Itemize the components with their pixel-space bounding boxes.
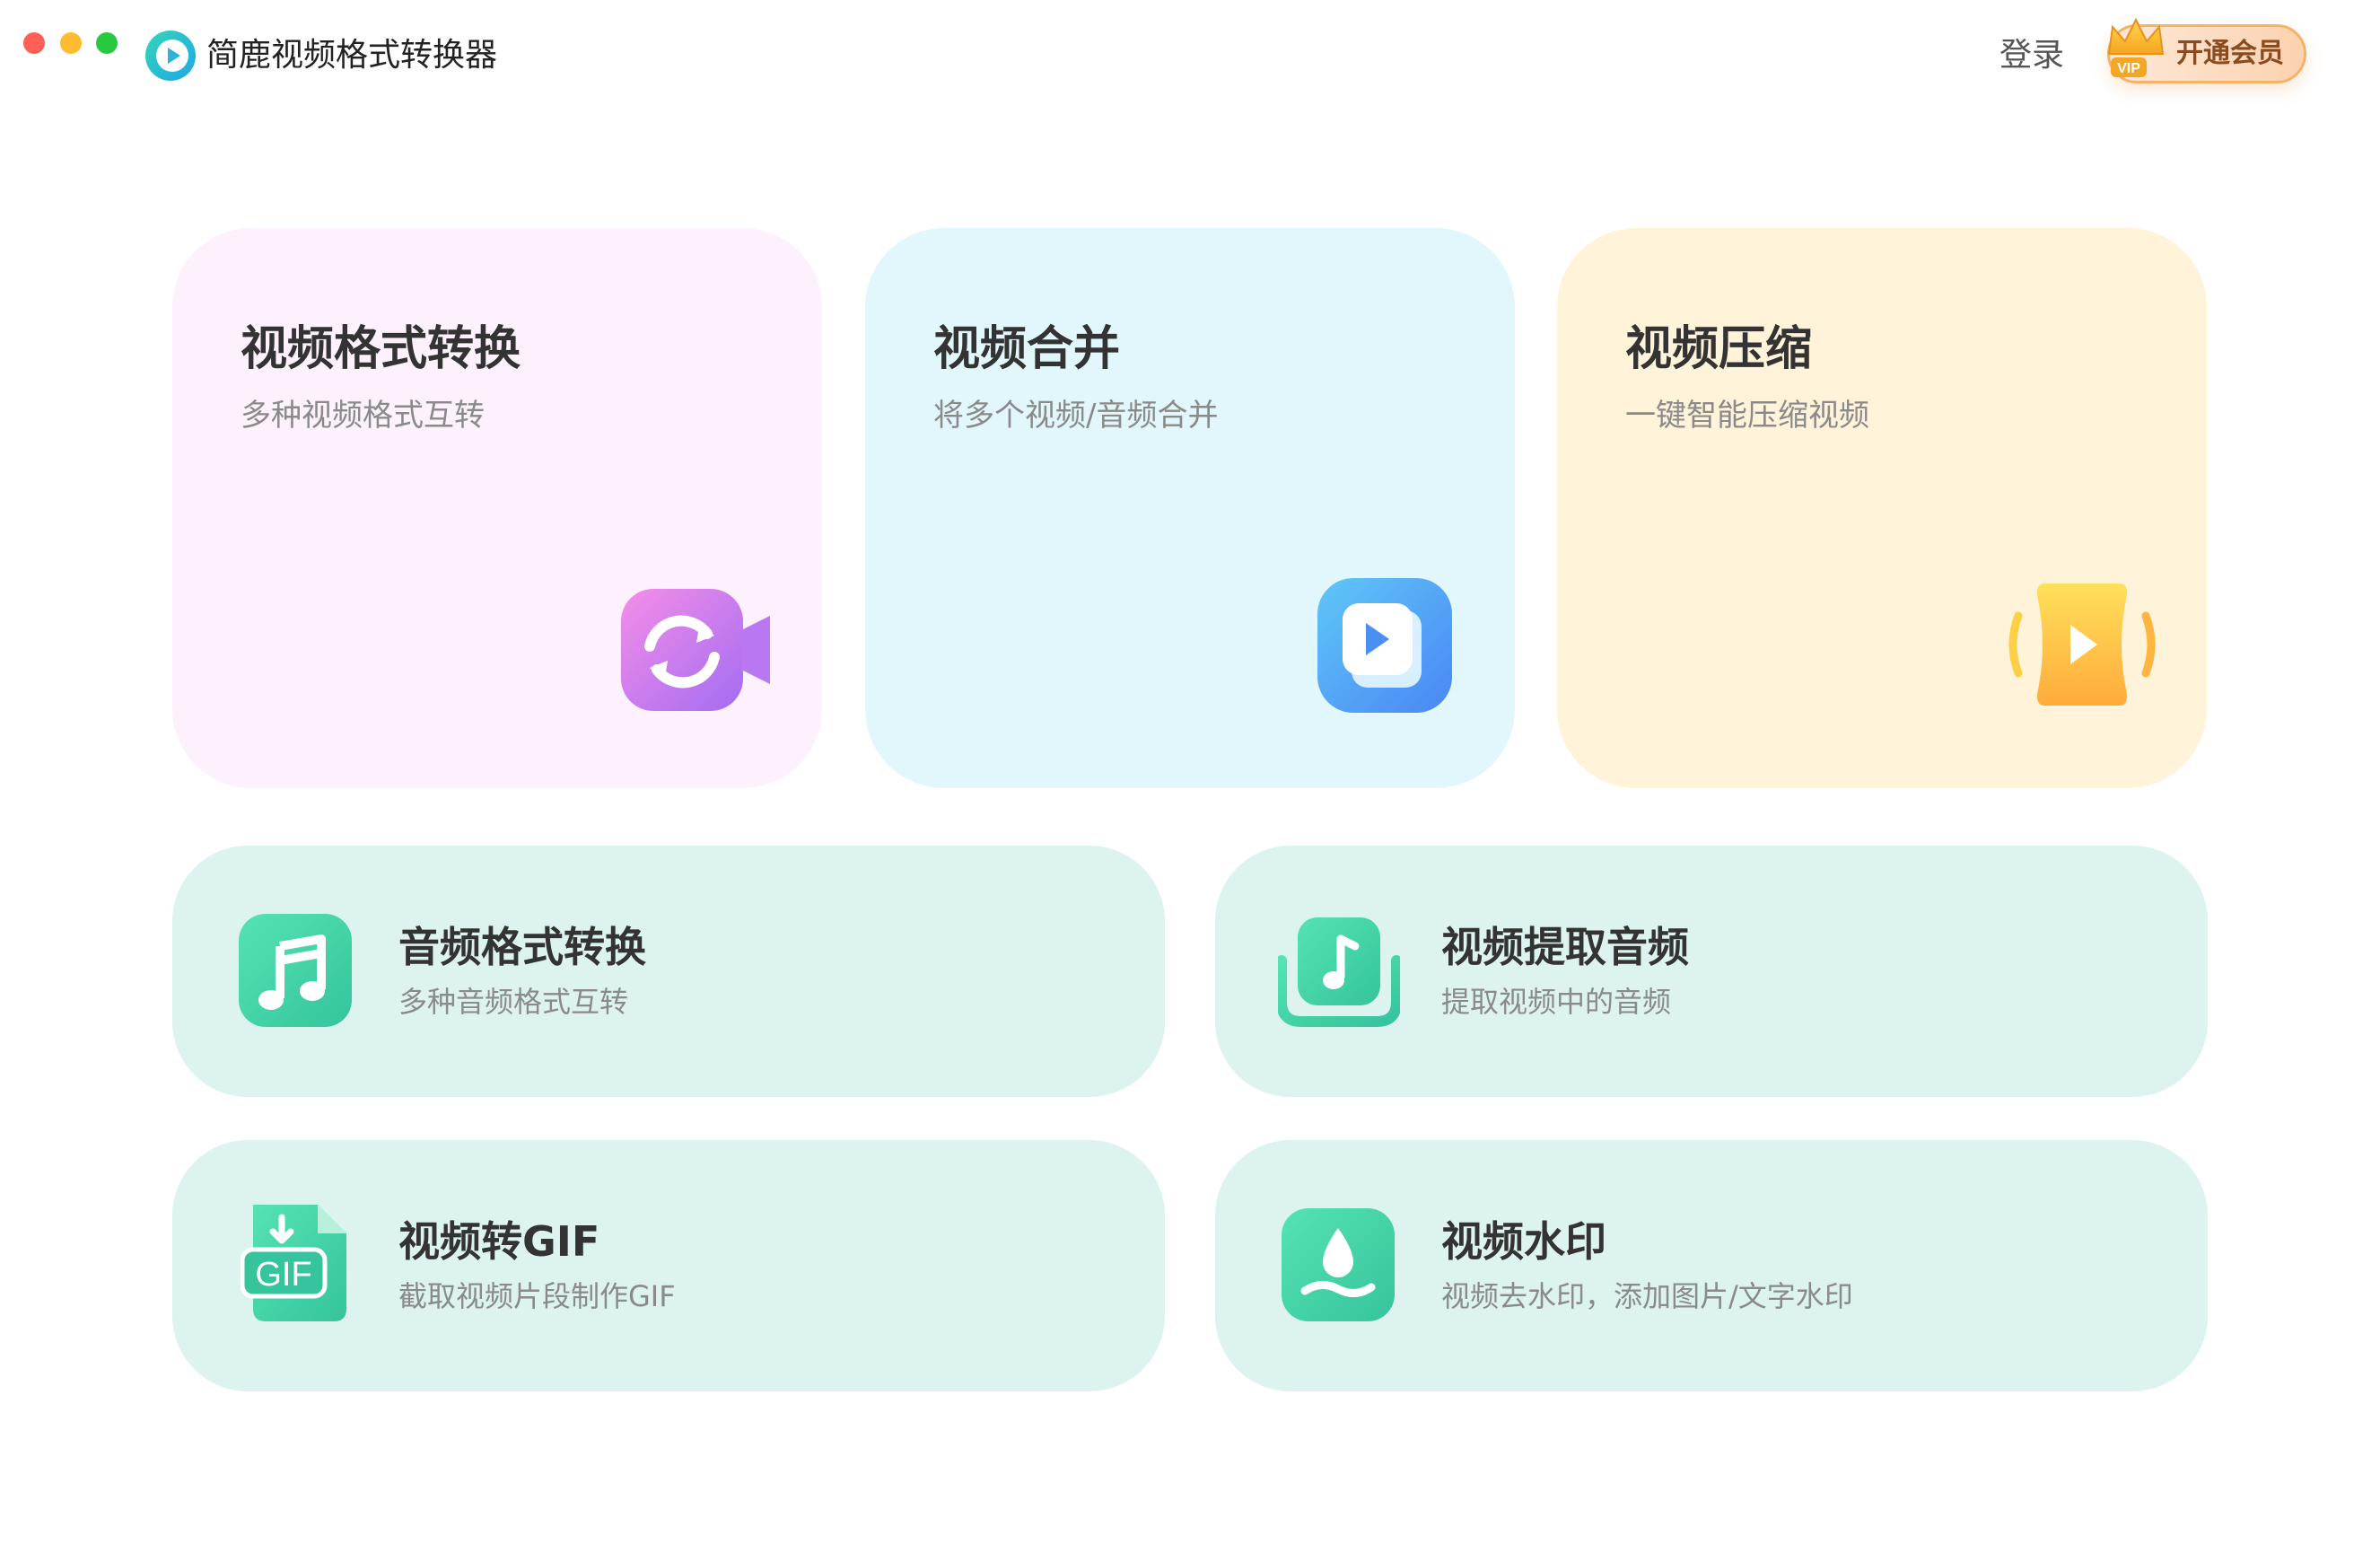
- card-title: 视频压缩: [1625, 322, 1813, 376]
- window-zoom-button[interactable]: [96, 32, 118, 54]
- card-title: 音频格式转换: [398, 923, 646, 971]
- video-to-gif-card[interactable]: GIF 视频转GIF 截取视频片段制作GIF: [172, 1140, 1165, 1391]
- login-link[interactable]: 登录: [1999, 34, 2064, 77]
- card-subtitle: 多种视频格式互转: [241, 398, 485, 434]
- video-convert-icon: [621, 589, 770, 711]
- card-subtitle: 多种音频格式互转: [398, 985, 629, 1019]
- audio-extract-icon: [1278, 917, 1400, 1027]
- vip-crown-icon: VIP: [2107, 17, 2165, 77]
- card-title: 视频水印: [1441, 1217, 1606, 1266]
- card-title: 视频提取音频: [1441, 923, 1689, 971]
- music-note-icon: [239, 914, 352, 1027]
- video-format-convert-card[interactable]: 视频格式转换 多种视频格式互转: [172, 228, 822, 788]
- card-subtitle: 视频去水印，添加图片/文字水印: [1441, 1279, 1853, 1313]
- video-watermark-card[interactable]: 视频水印 视频去水印，添加图片/文字水印: [1215, 1140, 2208, 1391]
- video-merge-card[interactable]: 视频合并 将多个视频/音频合并: [865, 228, 1515, 788]
- card-subtitle: 一键智能压缩视频: [1625, 398, 1869, 434]
- app-logo-icon: [145, 31, 196, 81]
- vip-badge-text: VIP: [2117, 61, 2140, 76]
- vip-upgrade-label: 开通会员: [2176, 38, 2284, 69]
- window-minimize-button[interactable]: [60, 32, 82, 54]
- audio-format-convert-card[interactable]: 音频格式转换 多种音频格式互转: [172, 846, 1165, 1097]
- card-subtitle: 截取视频片段制作GIF: [398, 1279, 676, 1313]
- gif-icon-text: GIF: [255, 1256, 311, 1294]
- card-subtitle: 将多个视频/音频合并: [933, 398, 1219, 434]
- card-title: 视频转GIF: [398, 1217, 600, 1266]
- window-close-button[interactable]: [23, 32, 45, 54]
- card-subtitle: 提取视频中的音频: [1441, 985, 1672, 1019]
- gif-file-icon: GIF: [241, 1205, 346, 1321]
- video-merge-icon: [1317, 578, 1452, 713]
- card-title: 视频合并: [933, 322, 1121, 376]
- app-title: 简鹿视频格式转换器: [206, 37, 498, 74]
- video-compress-icon: [2008, 583, 2156, 706]
- video-compress-card[interactable]: 视频压缩 一键智能压缩视频: [1557, 228, 2207, 788]
- card-title: 视频格式转换: [241, 322, 521, 376]
- extract-audio-card[interactable]: 视频提取音频 提取视频中的音频: [1215, 846, 2208, 1097]
- watermark-drop-icon: [1282, 1208, 1395, 1321]
